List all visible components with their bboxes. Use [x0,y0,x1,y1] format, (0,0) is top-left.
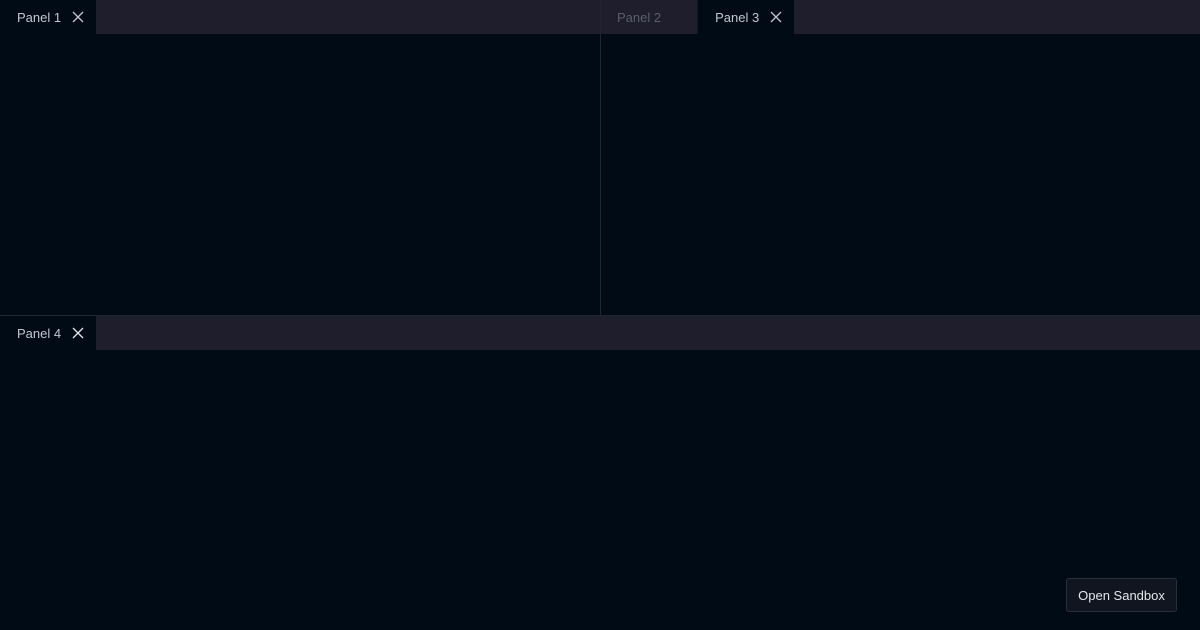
panel-content [601,34,1200,315]
tab-panel-2[interactable]: Panel 2 [601,0,699,34]
close-icon[interactable] [70,325,86,341]
tab-label: Panel 4 [17,325,62,341]
close-icon[interactable] [768,9,784,25]
tab-label: Panel 2 [617,9,662,25]
tab-label: Panel 3 [715,9,760,25]
tab-label: Panel 1 [17,9,62,25]
tab-panel-4[interactable]: Panel 4 [0,316,97,350]
dockview-layout: Panel 1 Panel 2 Panel 3 Panel 4 Open San… [0,0,1200,630]
open-sandbox-button[interactable]: Open Sandbox [1066,578,1177,612]
close-icon[interactable] [70,9,86,25]
tab-panel-3[interactable]: Panel 3 [698,0,795,34]
panel-group-top-left: Panel 1 [0,0,600,315]
tab-bar: Panel 4 [0,316,1200,350]
vertical-splitter[interactable] [600,0,601,315]
panel-content [0,350,1200,630]
tab-bar: Panel 2 Panel 3 [601,0,1200,34]
tab-bar: Panel 1 [0,0,600,34]
panel-group-top-right: Panel 2 Panel 3 [601,0,1200,315]
tab-panel-1[interactable]: Panel 1 [0,0,97,34]
panel-group-bottom: Panel 4 [0,316,1200,630]
panel-content [0,34,600,315]
